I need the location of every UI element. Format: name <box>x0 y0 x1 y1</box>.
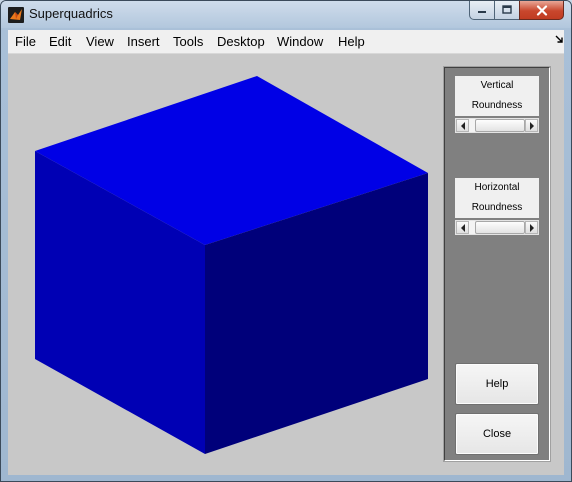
superquadric-plot[interactable] <box>8 54 438 475</box>
title-bar[interactable]: Superquadrics <box>1 1 571 28</box>
maximize-button[interactable] <box>494 1 520 20</box>
slider-right-arrow-icon[interactable] <box>525 221 538 234</box>
slider-left-arrow-icon[interactable] <box>456 221 469 234</box>
maximize-icon <box>502 5 512 14</box>
close-button[interactable]: Close <box>455 413 539 455</box>
minimize-icon <box>478 11 486 13</box>
menu-insert[interactable]: Insert <box>127 34 160 49</box>
menu-edit[interactable]: Edit <box>49 34 71 49</box>
close-icon <box>536 4 547 16</box>
menu-bar: File Edit View Insert Tools Desktop Wind… <box>8 30 564 54</box>
help-button[interactable]: Help <box>455 363 539 405</box>
menu-file[interactable]: File <box>15 34 36 49</box>
figure-window: Superquadrics File Edit View Insert Tool… <box>0 0 572 482</box>
vertical-roundness-slider[interactable] <box>455 118 539 133</box>
horizontal-roundness-label: Roundness <box>455 198 539 218</box>
menu-window[interactable]: Window <box>277 34 323 49</box>
horizontal-label: Horizontal <box>455 178 539 198</box>
slider-thumb[interactable] <box>475 119 525 132</box>
menu-tools[interactable]: Tools <box>173 34 203 49</box>
vertical-label: Vertical <box>455 76 539 96</box>
close-window-button[interactable] <box>519 1 564 20</box>
window-title: Superquadrics <box>29 6 113 21</box>
minimize-button[interactable] <box>469 1 495 20</box>
figure-canvas: Vertical Roundness Horizontal Roundness <box>8 54 564 475</box>
control-panel: Vertical Roundness Horizontal Roundness <box>443 66 551 462</box>
menu-view[interactable]: View <box>86 34 114 49</box>
vertical-roundness-label: Roundness <box>455 96 539 116</box>
slider-thumb[interactable] <box>475 221 525 234</box>
slider-right-arrow-icon[interactable] <box>525 119 538 132</box>
matlab-logo-icon <box>8 7 24 23</box>
menu-help[interactable]: Help <box>338 34 365 49</box>
horizontal-roundness-slider[interactable] <box>455 220 539 235</box>
dock-arrow-icon[interactable] <box>555 35 564 44</box>
menu-desktop[interactable]: Desktop <box>217 34 265 49</box>
slider-left-arrow-icon[interactable] <box>456 119 469 132</box>
